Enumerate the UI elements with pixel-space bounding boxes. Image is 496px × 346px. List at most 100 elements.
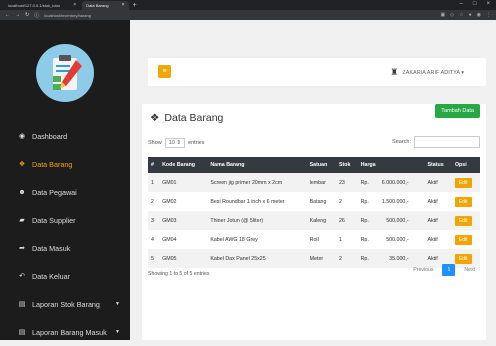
cell-stok: 1 — [338, 236, 342, 243]
address-bar[interactable]: localhost/inventory/barang — [44, 13, 435, 18]
sidebar-nav: ◉ Dashboard ❖ Data Barang ☻ Data Pegawai… — [0, 122, 130, 346]
sidebar-item-label: Laporan Barang Masuk — [32, 327, 107, 337]
price: 35.000,- — [389, 255, 409, 262]
file-icon: ▤ — [18, 329, 26, 336]
cell-harga: Rp. 1.500.000,- — [358, 192, 425, 211]
page-button-1[interactable]: 1 — [442, 264, 456, 276]
show-label: Show — [148, 140, 162, 146]
back-icon[interactable]: ← — [5, 12, 10, 18]
entries-select[interactable]: 10 ⇕ — [164, 138, 186, 148]
sidebar-item-label: Data Barang — [32, 159, 73, 169]
cell-kode: GM01 — [159, 173, 208, 192]
search-control: Search: — [392, 136, 480, 148]
users-icon: ☻ — [18, 188, 26, 196]
caret-down-icon: ▼ — [115, 329, 120, 335]
extension-icon[interactable]: ▣ — [441, 12, 446, 18]
search-label: Search: — [392, 139, 411, 145]
info-icon[interactable]: ⓘ — [34, 12, 39, 19]
currency: Rp. — [360, 236, 369, 243]
col-header[interactable]: Kode Barang — [159, 157, 208, 173]
browser-tab-2[interactable]: Data Barang × — [82, 0, 129, 10]
col-header[interactable]: Satuan — [306, 157, 336, 173]
cubes-icon: ❖ — [18, 161, 26, 168]
table-row: 1 GM01 Screen jig primer 20mm x 2cm lemb… — [148, 173, 480, 192]
file-icon: ▤ — [18, 301, 26, 308]
next-page-button[interactable]: Next — [459, 264, 480, 276]
forward-icon[interactable]: → — [15, 12, 20, 18]
edit-button[interactable]: Edit — [454, 234, 472, 245]
browser-tab-1[interactable]: localhost/127.0.0.1/stok_baru × — [4, 1, 80, 10]
cell-harga: Rp. 6.000.000,- — [357, 173, 425, 192]
col-header[interactable]: Stok — [335, 157, 358, 173]
cell-opsi: Edit — [452, 230, 480, 249]
profile-icon[interactable]: ◉ — [477, 12, 481, 18]
edit-button[interactable]: Edit — [454, 253, 472, 264]
browser-chrome: localhost/127.0.0.1/stok_baru × Data Bar… — [0, 0, 496, 20]
sidebar-item-label: Dashboard — [32, 131, 68, 141]
cell-status: Aktif — [424, 173, 452, 192]
reload-icon[interactable]: ↻ — [25, 12, 29, 18]
page-title: ❖ Data Barang — [150, 112, 223, 124]
col-header[interactable]: Status — [424, 157, 452, 173]
table-info: Showing 1 to 5 of 5 entries — [148, 271, 210, 277]
edit-button[interactable]: Edit — [454, 215, 472, 226]
user-dropdown[interactable]: ♜ ZAKARIA ARIF ADITYA ▾ — [390, 67, 464, 78]
sidebar-item-data-masuk[interactable]: ➦ Data Masuk — [0, 234, 130, 262]
sidebar-item-label: Data Keluar — [32, 271, 70, 281]
currency: Rp. — [360, 255, 369, 262]
edit-button[interactable]: Edit — [454, 196, 472, 207]
add-data-button[interactable]: Tambah Data — [435, 104, 480, 118]
tab-label: localhost/127.0.0.1/stok_baru — [8, 2, 61, 8]
sidebar-item-label: Data Pegawai — [32, 187, 77, 197]
cell-status: Aktif — [427, 236, 438, 243]
col-header[interactable]: Harga — [357, 157, 425, 173]
sidebar-item-laporan-barang-masuk[interactable]: ▤ Laporan Barang Masuk ▼ — [0, 318, 130, 346]
sidebar-item-data-keluar[interactable]: ↶ Data Keluar — [0, 262, 130, 290]
search-input[interactable] — [414, 136, 480, 148]
cell-no: 5 — [148, 249, 160, 268]
table-row: 2 GM02 Besi Roundbar 1 inch x 6 meter Ba… — [148, 192, 480, 211]
sidebar-item-dashboard[interactable]: ◉ Dashboard — [0, 122, 130, 150]
user-avatar-icon: ♜ — [390, 67, 399, 77]
table-row: 3 GM03 Thiner Jotun (@ 5liter) Kaleng 26… — [148, 211, 480, 230]
extension-icon[interactable]: ◇ — [450, 12, 454, 18]
extension-icon[interactable]: ● — [469, 12, 472, 18]
new-tab-button[interactable]: + — [133, 2, 137, 9]
sidebar-item-data-pegawai[interactable]: ☻ Data Pegawai — [0, 178, 130, 206]
close-window-button[interactable]: × — [486, 1, 490, 7]
cell-harga: Rp. 500.000,- — [358, 230, 425, 249]
cell-stok: 23 — [335, 173, 358, 192]
cell-satuan: Batang — [309, 198, 327, 205]
cell-nama: Kabel AWG 18 Grey — [210, 236, 258, 243]
address-row: ← → ↻ ⓘ localhost/inventory/barang ▣ ◇ ☆… — [0, 10, 496, 20]
price: 500.000,- — [386, 236, 409, 243]
cell-kode: GM04 — [162, 236, 177, 243]
tab-bar: localhost/127.0.0.1/stok_baru × Data Bar… — [0, 0, 496, 10]
col-header[interactable]: Opsi — [451, 157, 480, 173]
cell-kode: GM02 — [162, 198, 177, 205]
col-header[interactable]: # — [148, 157, 160, 173]
cell-satuan: lembar — [306, 173, 336, 192]
close-tab-icon[interactable]: × — [122, 2, 125, 8]
menu-toggle-button[interactable]: ≡ — [158, 65, 171, 78]
col-header[interactable]: Nama Barang — [207, 157, 307, 173]
cell-harga: Rp. 500.000,- — [357, 211, 425, 230]
previous-page-button[interactable]: Previous — [408, 264, 438, 276]
sidebar-item-data-supplier[interactable]: ▰ Data Supplier — [0, 206, 130, 234]
close-tab-icon[interactable]: × — [73, 2, 76, 8]
menu-icon[interactable]: ⋮ — [486, 12, 491, 18]
cell-satuan: Roll — [309, 236, 319, 243]
currency: Rp. — [360, 179, 369, 186]
pagination: Previous 1 Next — [408, 264, 480, 276]
table-row: 4 GM04 Kabel AWG 18 Grey Roll 1 Rp. 500.0… — [148, 230, 480, 249]
cell-nama: Screen jig primer 20mm x 2cm — [207, 173, 307, 192]
maximize-button[interactable]: □ — [473, 1, 477, 7]
edit-button[interactable]: Edit — [454, 177, 472, 188]
minimize-button[interactable]: – — [460, 1, 463, 7]
bookmark-star-icon[interactable]: ☆ — [459, 12, 463, 18]
app-logo — [36, 44, 94, 102]
price: 6.000.000,- — [381, 179, 409, 186]
sidebar-item-data-barang[interactable]: ❖ Data Barang — [0, 150, 130, 178]
sidebar-item-laporan-stok-barang[interactable]: ▤ Laporan Stok Barang ▼ — [0, 290, 130, 318]
sidebar-item-label: Data Masuk — [32, 243, 71, 253]
